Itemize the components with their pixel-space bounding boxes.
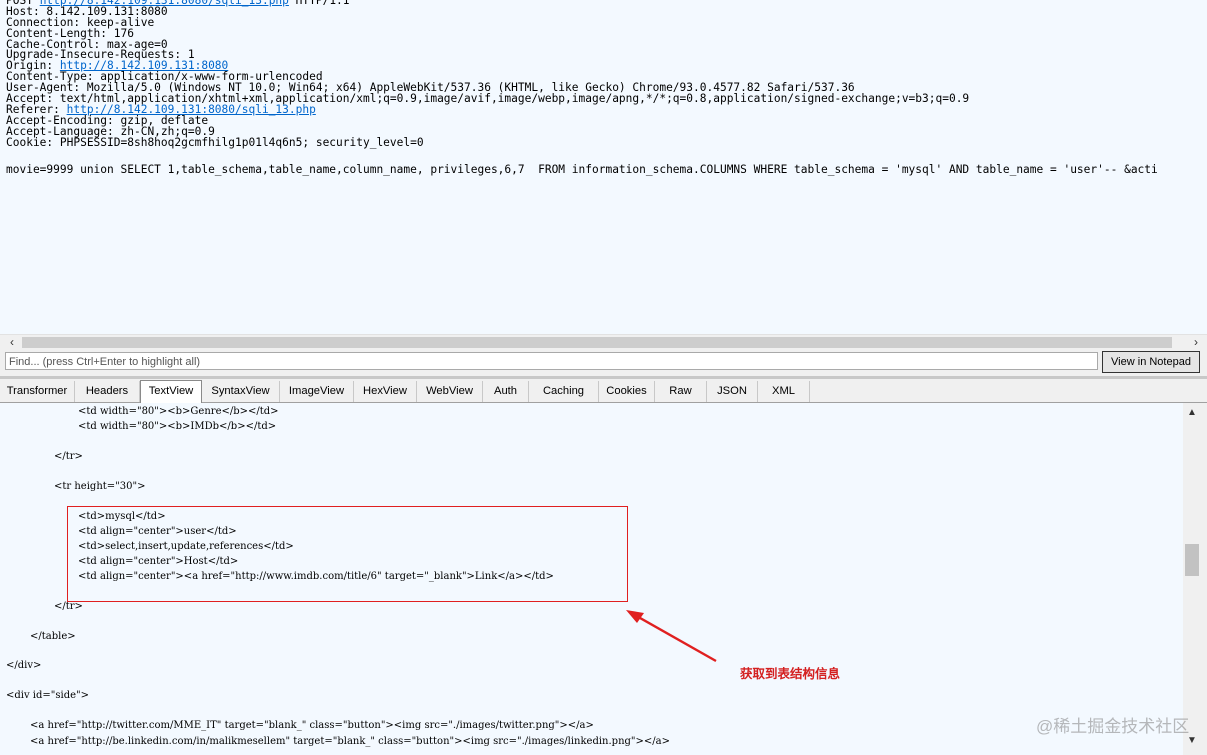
tab-json[interactable]: JSON [707, 381, 758, 402]
highlight-box [67, 506, 628, 602]
response-line: <td width="80"><b>Genre</b></td> [78, 406, 279, 417]
tab-transformer[interactable]: Transformer [0, 381, 75, 402]
request-horizontal-scrollbar[interactable]: ‹ › [0, 334, 1207, 350]
tab-caching[interactable]: Caching [529, 381, 599, 402]
scrollbar-thumb[interactable] [1185, 544, 1199, 576]
request-header-line: Host: 8.142.109.131:8080 [6, 6, 1207, 18]
find-input[interactable]: Find... (press Ctrl+Enter to highlight a… [5, 352, 1098, 370]
response-line: <a href="http://twitter.com/MME_IT" targ… [30, 720, 594, 731]
tab-webview[interactable]: WebView [417, 381, 483, 402]
tab-cookies[interactable]: Cookies [599, 381, 655, 402]
request-vertical-scrollbar[interactable] [1189, 0, 1207, 336]
response-line: <td width="80"><b>IMDb</b></td> [78, 421, 277, 432]
tab-auth[interactable]: Auth [483, 381, 529, 402]
tab-raw[interactable]: Raw [655, 381, 707, 402]
response-line: </table> [30, 631, 76, 642]
response-line: <a href="http://be.linkedin.com/in/malik… [30, 736, 670, 747]
tab-headers[interactable]: Headers [75, 381, 140, 402]
scroll-right-icon[interactable]: › [1188, 335, 1204, 350]
request-header-text: HTTP/1.1 [288, 0, 350, 7]
tab-hexview[interactable]: HexView [354, 381, 417, 402]
scroll-up-icon[interactable]: ▲ [1183, 405, 1201, 421]
request-header-text: Cookie: PHPSESSID=8sh8hoq2gcmfhilg1p01l4… [6, 135, 424, 149]
request-raw-pane[interactable]: POST http://8.142.109.131:8080/sqli_13.p… [0, 0, 1207, 337]
tab-imageview[interactable]: ImageView [280, 381, 354, 402]
tab-syntaxview[interactable]: SyntaxView [202, 381, 280, 402]
response-line: </div> [6, 660, 42, 671]
request-header-line: POST http://8.142.109.131:8080/sqli_13.p… [6, 0, 1207, 7]
response-line: <div id="side"> [6, 690, 90, 701]
response-vertical-scrollbar[interactable]: ▲ ▼ [1183, 403, 1201, 755]
scroll-left-icon[interactable]: ‹ [4, 335, 20, 350]
request-header-line: Content-Length: 176 [6, 28, 1207, 40]
annotation-text: 获取到表结构信息 [740, 667, 841, 681]
request-header-line: Cookie: PHPSESSID=8sh8hoq2gcmfhilg1p01l4… [6, 135, 1207, 149]
watermark: @稀土掘金技术社区 [1036, 717, 1190, 736]
response-inspector-tabs: Transformer Headers TextView SyntaxView Imag… [0, 379, 1207, 403]
tab-textview[interactable]: TextView [140, 380, 202, 403]
tab-xml[interactable]: XML [758, 381, 810, 402]
response-line: </tr> [54, 451, 83, 462]
view-in-notepad-button[interactable]: View in Notepad [1102, 351, 1200, 373]
find-bar: Find... (press Ctrl+Enter to highlight a… [0, 350, 1207, 374]
annotation-arrow [626, 610, 717, 663]
request-body: movie=9999 union SELECT 1,table_schema,t… [6, 163, 1158, 176]
response-line: </tr> [54, 601, 83, 612]
scrollbar-thumb[interactable] [22, 337, 1172, 348]
response-line: <tr height="30"> [54, 481, 146, 492]
request-header-line: Connection: keep-alive [6, 17, 1207, 29]
request-headers: POST http://8.142.109.131:8080/sqli_13.p… [6, 0, 1207, 148]
